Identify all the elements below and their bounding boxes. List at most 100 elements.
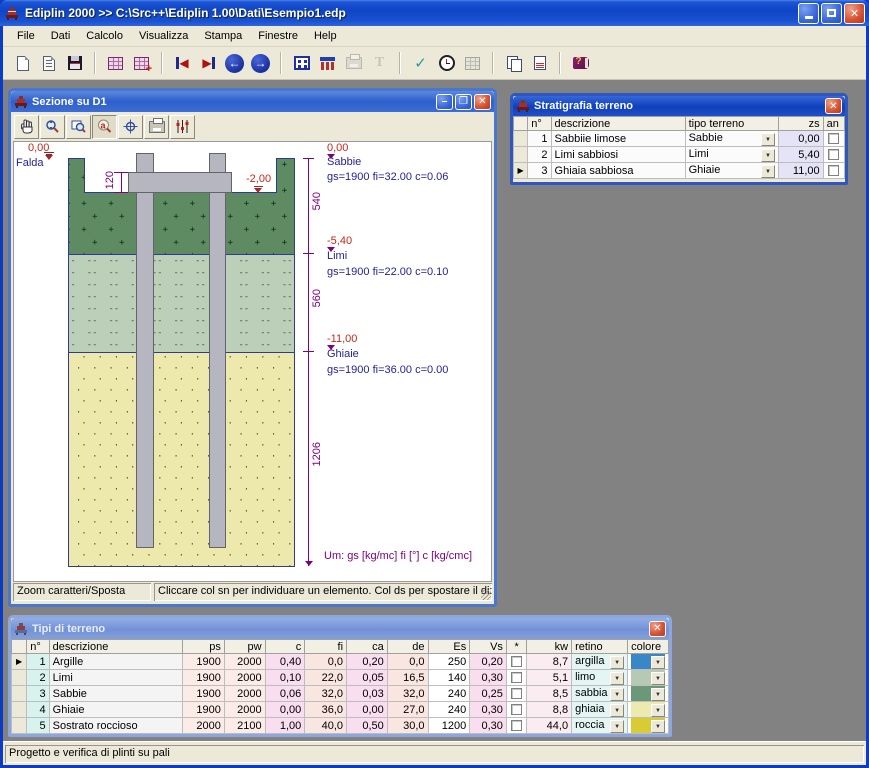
sezione-minimize-button[interactable]: – <box>436 94 453 110</box>
cell-numero[interactable]: 3 <box>27 686 49 702</box>
dropdown-button[interactable]: ▼ <box>610 672 624 685</box>
cell-tipo-terreno[interactable]: Sabbie▼ <box>685 131 778 147</box>
cell-retino[interactable]: ghiaia▼ <box>572 702 628 718</box>
cell-ps[interactable]: 1900 <box>183 702 225 718</box>
cell-colore[interactable]: ▼ <box>628 670 669 686</box>
cell-kw[interactable]: 8,8 <box>527 702 572 718</box>
color-swatch[interactable]: ▼ <box>631 702 665 717</box>
last-record-button[interactable]: ▶ <box>197 52 220 75</box>
cell-c[interactable]: 0,06 <box>265 686 305 702</box>
cell-c[interactable]: 0,00 <box>265 702 305 718</box>
menu-dati[interactable]: Dati <box>43 28 79 44</box>
zoom-dynamic-button[interactable] <box>40 115 65 139</box>
stratigrafia-close-button[interactable]: ✕ <box>825 98 842 114</box>
cell-kw[interactable]: 8,5 <box>527 686 572 702</box>
cell-Vs[interactable]: 0,30 <box>470 718 507 734</box>
row-selector[interactable] <box>12 686 27 702</box>
tipi-close-button[interactable]: ✕ <box>649 621 666 637</box>
cell-zs[interactable]: 0,00 <box>778 131 823 147</box>
save-button[interactable] <box>63 52 86 75</box>
minimize-button[interactable] <box>798 3 819 24</box>
row-selector[interactable] <box>514 147 528 163</box>
col-header[interactable]: retino <box>572 640 628 654</box>
cell-flag[interactable] <box>506 686 526 702</box>
maximize-button[interactable] <box>821 3 842 24</box>
cell-an[interactable] <box>823 131 844 147</box>
cell-Vs[interactable]: 0,25 <box>470 686 507 702</box>
col-header[interactable]: zs <box>778 117 823 131</box>
col-header[interactable]: pw <box>224 640 265 654</box>
cell-zs[interactable]: 11,00 <box>778 163 823 179</box>
cell-zs[interactable]: 5,40 <box>778 147 823 163</box>
col-header[interactable]: fi <box>305 640 347 654</box>
cell-ca[interactable]: 0,50 <box>347 718 388 734</box>
cell-numero[interactable]: 5 <box>27 718 49 734</box>
cell-colore[interactable]: ▼ <box>628 654 669 670</box>
col-header[interactable]: descrizione <box>551 117 685 131</box>
menu-help[interactable]: Help <box>306 28 345 44</box>
cell-de[interactable]: 16,5 <box>387 670 428 686</box>
first-record-button[interactable]: ◀ <box>171 52 194 75</box>
cell-Es[interactable]: 1200 <box>428 718 470 734</box>
row-selector[interactable] <box>12 718 27 734</box>
cell-fi[interactable]: 32,0 <box>305 686 347 702</box>
cell-kw[interactable]: 5,1 <box>527 670 572 686</box>
cell-fi[interactable]: 22,0 <box>305 670 347 686</box>
cell-descrizione[interactable]: Ghiaie <box>49 702 182 718</box>
col-header[interactable]: an <box>823 117 844 131</box>
resize-grip[interactable] <box>481 590 491 600</box>
cell-ca[interactable]: 0,20 <box>347 654 388 670</box>
cell-descrizione[interactable]: Limi sabbiosi <box>551 147 685 163</box>
copy-pages-button[interactable] <box>502 52 525 75</box>
sezione-close-button[interactable]: ✕ <box>474 94 491 110</box>
cell-retino[interactable]: argilla▼ <box>572 654 628 670</box>
col-header[interactable]: * <box>506 640 526 654</box>
cell-tipo-terreno[interactable]: Ghiaie▼ <box>685 163 778 179</box>
checkbox[interactable] <box>511 720 522 731</box>
cell-ca[interactable]: 0,05 <box>347 670 388 686</box>
cell-ps[interactable]: 1900 <box>183 670 225 686</box>
dropdown-button[interactable]: ▼ <box>651 704 665 717</box>
cell-flag[interactable] <box>506 718 526 734</box>
cell-Vs[interactable]: 0,20 <box>470 654 507 670</box>
help-button[interactable] <box>569 52 592 75</box>
cell-Es[interactable]: 240 <box>428 686 470 702</box>
forward-button[interactable]: → <box>249 52 272 75</box>
sezione-titlebar[interactable]: Sezione su D1 – ❒ ✕ <box>11 91 494 112</box>
cell-an[interactable] <box>823 147 844 163</box>
cell-fi[interactable]: 0,0 <box>305 654 347 670</box>
cell-fi[interactable]: 40,0 <box>305 718 347 734</box>
menu-calcolo[interactable]: Calcolo <box>78 28 131 44</box>
cell-numero[interactable]: 3 <box>528 163 551 179</box>
cell-numero[interactable]: 1 <box>528 131 551 147</box>
calculate-button[interactable] <box>435 52 458 75</box>
cell-descrizione[interactable]: Sabbiie limose <box>551 131 685 147</box>
plinth-plan-button[interactable] <box>290 52 313 75</box>
cell-pw[interactable]: 2000 <box>224 654 265 670</box>
cell-pw[interactable]: 2000 <box>224 686 265 702</box>
stratigrafia-titlebar[interactable]: Stratigrafia terreno ✕ <box>513 96 845 116</box>
cell-flag[interactable] <box>506 654 526 670</box>
color-swatch[interactable]: ▼ <box>631 654 665 669</box>
close-button[interactable]: ✕ <box>844 3 865 24</box>
row-selector[interactable]: ▶ <box>514 163 528 179</box>
menu-visualizza[interactable]: Visualizza <box>131 28 196 44</box>
dropdown-button[interactable]: ▼ <box>651 672 665 685</box>
pile-elevation-button[interactable] <box>316 52 339 75</box>
cell-descrizione[interactable]: Argille <box>49 654 182 670</box>
cell-descrizione[interactable]: Limi <box>49 670 182 686</box>
color-swatch[interactable]: ▼ <box>631 670 665 685</box>
cell-retino[interactable]: roccia▼ <box>572 718 628 734</box>
col-header[interactable]: kw <box>527 640 572 654</box>
cell-retino[interactable]: sabbia▼ <box>572 686 628 702</box>
cell-retino[interactable]: limo▼ <box>572 670 628 686</box>
dropdown-button[interactable]: ▼ <box>651 720 665 733</box>
cell-fi[interactable]: 36,0 <box>305 702 347 718</box>
new-file-button[interactable] <box>11 52 34 75</box>
cell-de[interactable]: 27,0 <box>387 702 428 718</box>
cell-descrizione[interactable]: Sostrato roccioso <box>49 718 182 734</box>
cell-pw[interactable]: 2100 <box>224 718 265 734</box>
dropdown-button[interactable]: ▼ <box>610 704 624 717</box>
display-options-button[interactable] <box>170 115 195 139</box>
print-view-button[interactable] <box>144 115 169 139</box>
